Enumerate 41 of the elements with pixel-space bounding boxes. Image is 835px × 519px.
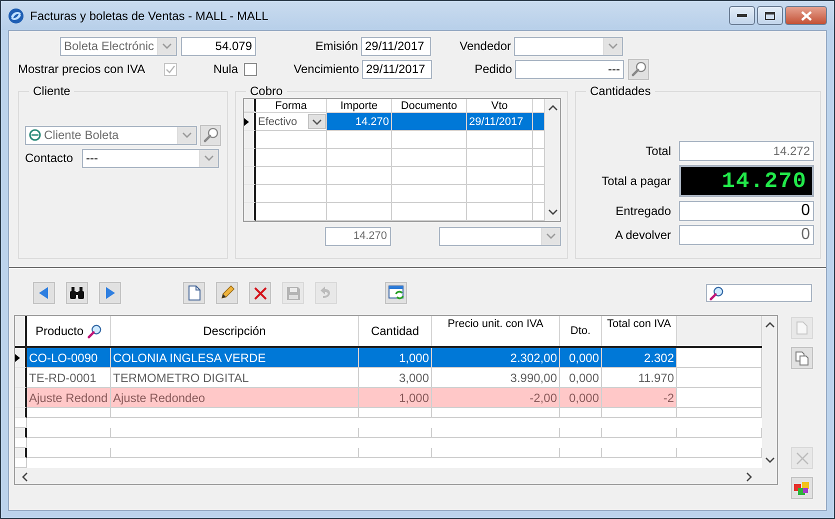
order-field[interactable]: ---	[515, 60, 624, 78]
column-header[interactable]: Descripción	[111, 316, 359, 346]
column-header[interactable]: Producto	[27, 316, 111, 346]
table-row[interactable]: Ajuste Redond Ajuste Redondeo 1,000 -2,00 0,000 -2	[15, 388, 762, 408]
client-name: Cliente Boleta	[29, 128, 119, 142]
field-label: Mostrar precios con IVA	[18, 62, 146, 76]
number-field[interactable]: 54.079	[181, 36, 256, 56]
column-header[interactable]: Precio unit. con IVA	[432, 316, 560, 346]
field-label: Emisión	[314, 39, 359, 53]
column-header[interactable]: Dto.	[560, 316, 602, 346]
column-header: Importe	[327, 99, 392, 112]
field-label: Total a pagar	[600, 174, 672, 188]
amount-field: 0	[679, 225, 814, 245]
column-header: Forma	[256, 99, 327, 112]
field-label: Nula	[212, 62, 239, 76]
group-title: Cobro	[249, 84, 284, 98]
contact-dropdown[interactable]: ---	[82, 148, 219, 168]
amount-field: 14.272	[679, 141, 814, 161]
client-dropdown[interactable]: Cliente Boleta	[25, 126, 197, 144]
field-label: Vencimiento	[292, 62, 360, 76]
field-label: A devolver	[614, 228, 672, 242]
table-row[interactable]: Efectivo 14.270 29/11/2017	[244, 113, 545, 131]
date-field[interactable]: 29/11/2017	[362, 60, 432, 78]
column-header: Documento	[392, 99, 467, 112]
table-row[interactable]: TE-RD-0001 TERMOMETRO DIGITAL 3,000 3.990,00 0,000 11.970	[15, 368, 762, 388]
group-title: Cliente	[32, 84, 72, 98]
group-title: Cantidades	[589, 84, 652, 98]
field-label: Entregado	[614, 204, 672, 218]
field-label: Pedido	[474, 62, 513, 76]
payment-method-dropdown[interactable]: Efectivo	[256, 113, 327, 131]
field-label: Contacto	[25, 151, 74, 165]
column-header[interactable]: Cantidad	[359, 316, 432, 346]
total-field: 14.270	[325, 226, 391, 246]
date-field[interactable]: 29/11/2017	[361, 36, 431, 56]
total-display: 14.270	[679, 165, 814, 197]
field-label: Total	[644, 144, 672, 158]
amount-field[interactable]: 0	[679, 201, 814, 221]
field-label: Vendedor	[458, 39, 512, 53]
window-title: Facturas y boletas de Ventas - MALL - MALL	[30, 8, 270, 22]
column-header: Vto	[467, 99, 533, 112]
table-row[interactable]: CO-LO-0090 COLONIA INGLESA VERDE 1,000 2.302,00 0,000 2.302	[15, 348, 762, 368]
